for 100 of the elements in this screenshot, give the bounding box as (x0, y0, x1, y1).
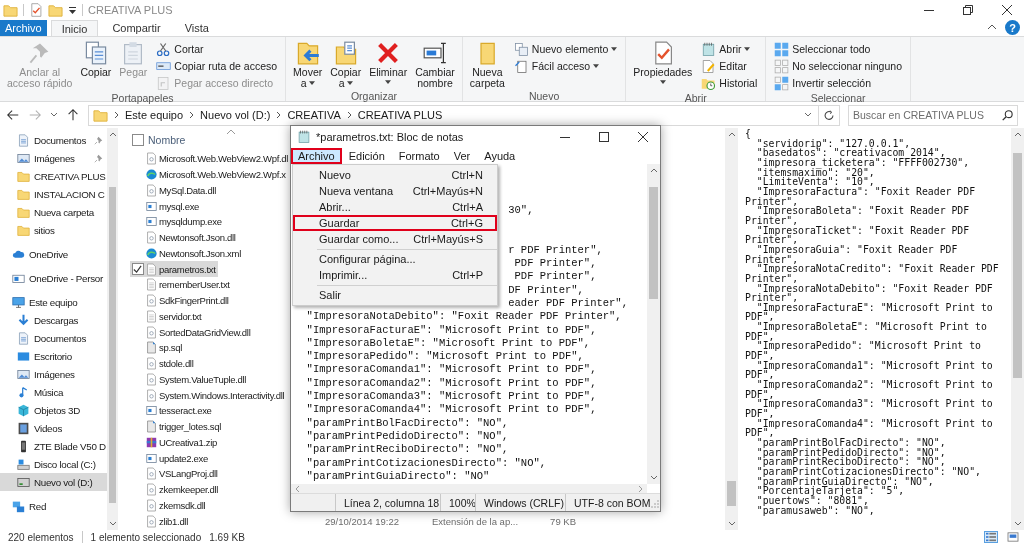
sidebar-item[interactable]: Escritorio (0, 347, 107, 365)
restore-button[interactable] (963, 5, 973, 15)
sidebar-item[interactable]: Nueva carpeta (0, 203, 107, 221)
customize-icon[interactable] (68, 5, 77, 15)
file-row[interactable]: mysql.exe (130, 198, 202, 214)
scrollbar[interactable] (725, 128, 738, 530)
menu-item[interactable]: Formato (391, 148, 447, 164)
scrollbar[interactable] (1011, 128, 1024, 530)
close-button[interactable] (1002, 5, 1012, 15)
scrollbar-thumb[interactable] (727, 481, 736, 507)
menu-item[interactable]: Configurar página... (293, 251, 497, 267)
sidebar-item[interactable]: sitios (0, 221, 107, 239)
sidebar-item[interactable]: Imágenes (0, 365, 107, 383)
scroll-up-icon[interactable] (1013, 131, 1022, 137)
file-row[interactable]: mysqldump.exe (130, 214, 224, 230)
ribbon-button[interactable]: Fácil acceso (511, 58, 620, 74)
file-row[interactable]: MySql.Data.dll (130, 182, 219, 199)
ribbon-button[interactable]: Editar (699, 58, 760, 74)
menu-item[interactable]: Archivo (291, 148, 342, 164)
sidebar-item[interactable]: Disco local (C:) (0, 455, 107, 473)
ribbon-button[interactable]: Copiar a (327, 40, 365, 90)
file-row[interactable]: UCreativa1.zip (130, 434, 220, 451)
pin-icon[interactable] (94, 153, 103, 163)
scrollbar-thumb[interactable] (649, 187, 658, 300)
ribbon-button[interactable]: Historial (699, 75, 760, 91)
menu-item[interactable]: Guardar Ctrl+G (293, 215, 497, 231)
scrollbar[interactable] (107, 128, 118, 530)
preview-view-icon[interactable] (1006, 531, 1020, 543)
file-row[interactable]: Microsoft.Web.WebView2.Wpf.dl (130, 151, 291, 167)
column-header[interactable]: Nombre (146, 133, 186, 146)
file-row[interactable]: Newtonsoft.Json.dll (130, 229, 238, 246)
ribbon-button[interactable]: Nueva carpeta (466, 40, 508, 90)
sidebar-item[interactable]: Este equipo (0, 293, 107, 311)
file-row[interactable]: VSLangProj.dll (130, 466, 220, 482)
details-view-icon[interactable] (984, 531, 998, 543)
scroll-up-icon[interactable] (727, 131, 736, 137)
pin-icon[interactable] (94, 135, 103, 145)
menu-item[interactable]: Salir (293, 287, 497, 303)
file-row[interactable]: Microsoft.Web.WebView2.Wpf.x (130, 166, 288, 183)
scroll-up-icon[interactable] (649, 167, 658, 173)
maximize-button[interactable] (599, 132, 609, 142)
back-icon[interactable] (6, 108, 20, 122)
ribbon-tab[interactable]: Inicio (50, 20, 99, 36)
ribbon-button[interactable]: No seleccionar ninguno (772, 58, 904, 74)
file-row[interactable]: trigger_lotes.sql (130, 418, 223, 435)
sidebar-item[interactable]: Objetos 3D (0, 401, 107, 419)
ribbon-button[interactable]: Seleccionar todo (772, 41, 904, 57)
ribbon-tab[interactable]: Vista (174, 20, 219, 36)
file-row[interactable]: rememberUser.txt (130, 277, 232, 293)
recent-locations-icon[interactable] (50, 112, 58, 118)
ribbon-button[interactable]: Invertir selección (772, 75, 904, 91)
ribbon-button[interactable]: Mover a (290, 40, 326, 90)
collapse-ribbon-icon[interactable] (987, 24, 997, 30)
sidebar-item[interactable]: Nuevo vol (D:) (0, 473, 107, 491)
sidebar-item[interactable]: INSTALACION C (0, 185, 107, 203)
file-row[interactable]: sp.sql (130, 340, 185, 356)
search-icon[interactable] (1001, 108, 1013, 121)
sidebar-item[interactable]: Imágenes (0, 149, 107, 167)
file-row[interactable]: zkemsdk.dll (130, 497, 208, 514)
checkbox[interactable] (132, 133, 144, 146)
sidebar-item[interactable]: Documentos (0, 131, 107, 149)
sidebar-item[interactable]: CREATIVA PLUS (0, 167, 107, 185)
scrollbar-thumb[interactable] (109, 186, 116, 504)
breadcrumb-item[interactable]: Este equipo (125, 109, 184, 121)
help-button[interactable]: ? (1005, 20, 1020, 35)
menu-item[interactable]: Nuevo Ctrl+N (293, 167, 497, 183)
menu-item[interactable]: Nueva ventana Ctrl+Mayús+N (293, 183, 497, 199)
scroll-up-icon[interactable] (108, 131, 117, 137)
file-row[interactable]: SdkFingerPrint.dll (130, 292, 231, 309)
ribbon-button[interactable]: Propiedades (630, 40, 696, 85)
file-row[interactable]: System.ValueTuple.dll (130, 371, 249, 388)
scroll-down-icon[interactable] (727, 521, 736, 527)
menu-item[interactable]: Guardar como... Ctrl+Mayús+S (293, 231, 497, 247)
file-row[interactable]: zlib1.dll 29/10/2014 19:22 Extensión de la ap... 79 KB (130, 513, 725, 529)
sidebar-item[interactable]: ZTE Blade V50 D (0, 437, 107, 455)
up-icon[interactable] (66, 108, 80, 122)
ribbon-button[interactable]: Nuevo elemento (511, 41, 620, 57)
ribbon-button[interactable]: Copiar (77, 40, 115, 79)
sidebar-item[interactable]: Descargas (0, 311, 107, 329)
ribbon-button[interactable]: Cambiar nombre (412, 40, 458, 90)
ribbon-button[interactable]: Eliminar (366, 40, 411, 85)
scrollbar-thumb[interactable] (1013, 153, 1022, 379)
menu-item[interactable]: Imprimir... Ctrl+P (293, 267, 497, 283)
caret-icon[interactable] (804, 112, 812, 118)
scroll-down-icon[interactable] (108, 521, 117, 527)
breadcrumb-item[interactable]: Nuevo vol (D:) (200, 109, 271, 121)
menu-item[interactable]: Ver (446, 148, 478, 164)
resize-grip-icon[interactable] (650, 499, 661, 509)
scroll-down-icon[interactable] (649, 475, 658, 481)
sidebar-item[interactable]: Música (0, 383, 107, 401)
file-row[interactable]: zkemkeeper.dll (130, 481, 221, 498)
file-row[interactable]: stdole.dll (130, 355, 196, 372)
menu-item[interactable]: Ayuda (477, 148, 523, 164)
file-row[interactable]: parametros.txt (130, 261, 218, 277)
sidebar-item[interactable]: OneDrive - Persor (0, 269, 107, 287)
close-button[interactable] (638, 132, 648, 142)
sidebar-item[interactable]: Documentos (0, 329, 107, 347)
file-row[interactable]: tesseract.exe (130, 403, 214, 419)
breadcrumb-item[interactable]: CREATIVA PLUS (357, 109, 443, 121)
search-field[interactable]: Buscar en CREATIVA PLUS (848, 104, 1018, 126)
